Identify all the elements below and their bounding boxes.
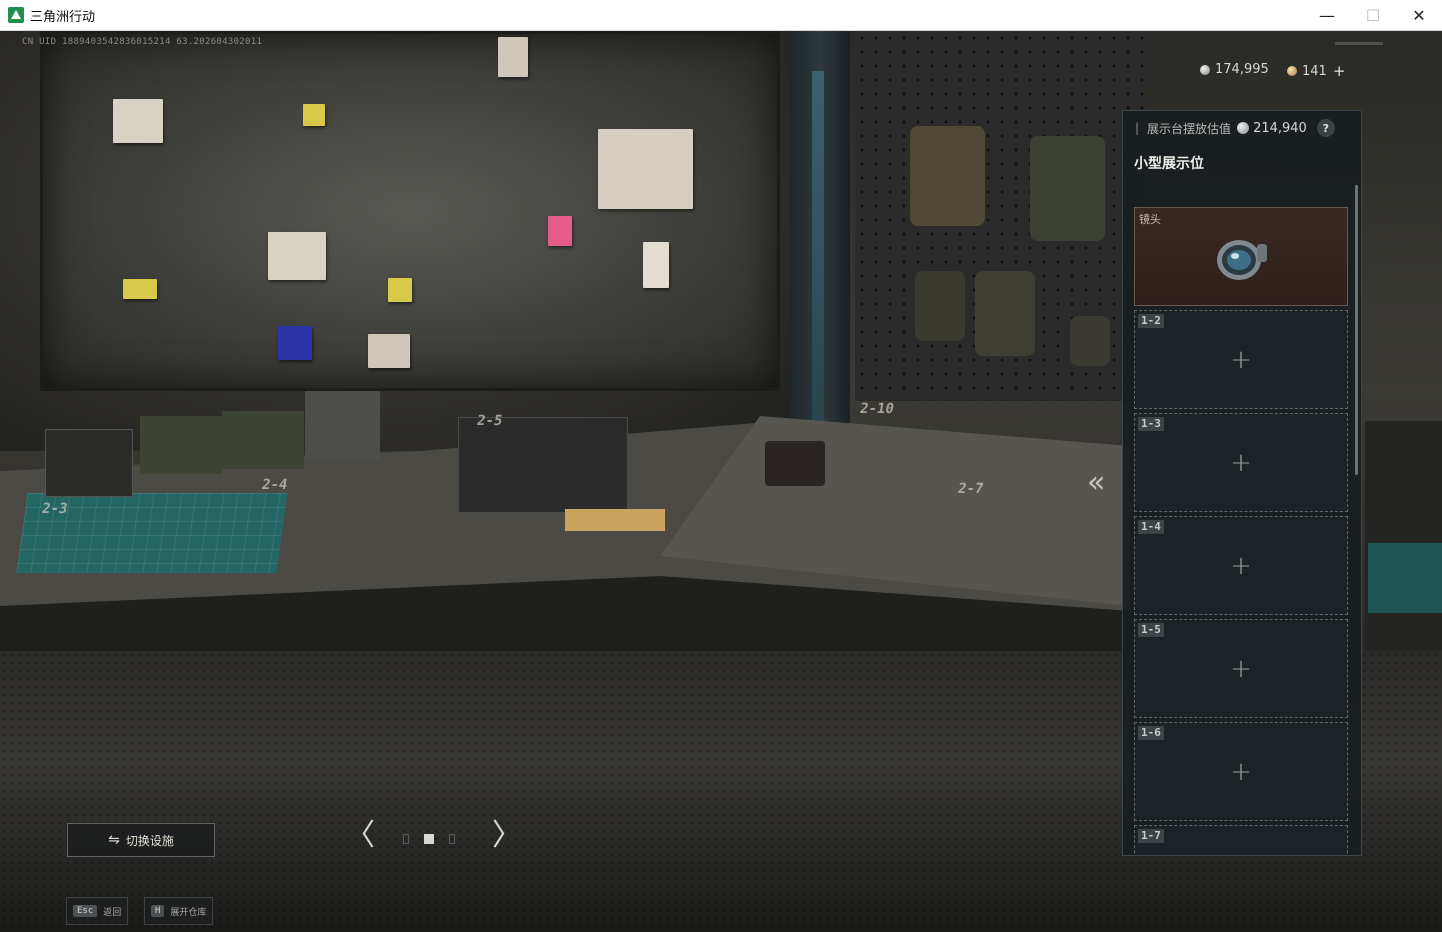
display-slot-1-4[interactable]: 1-4 + <box>1134 516 1348 615</box>
page-dot[interactable] <box>403 834 409 844</box>
top-indicator <box>1335 42 1383 45</box>
app-logo-icon <box>8 7 24 23</box>
add-item-icon[interactable]: + <box>1230 656 1252 682</box>
photo-card <box>643 242 669 288</box>
open-warehouse-label: 展开仓库 <box>170 907 207 918</box>
gold-currency-value: 141 <box>1302 63 1327 79</box>
drawer-box[interactable] <box>45 429 133 497</box>
display-panel: | 展示台摆放估值 214,940 ? 小型展示位 镜头 1-2 + 1-3 +… <box>1122 110 1362 856</box>
gold-coin-icon <box>1287 66 1297 76</box>
backpack-gear <box>975 271 1035 356</box>
display-slot-1-5[interactable]: 1-5 + <box>1134 619 1348 718</box>
side-desk-mat <box>1368 543 1442 613</box>
open-warehouse-hint[interactable]: H 展开仓库 <box>144 897 214 925</box>
vest-gear <box>1030 136 1105 241</box>
drone-item[interactable] <box>765 441 825 486</box>
sticky-note <box>123 279 157 299</box>
swap-icon: ⇋ <box>108 832 120 848</box>
valuation-label: 展示台摆放估值 <box>1147 121 1232 136</box>
switch-facility-label: 切换设施 <box>125 833 174 848</box>
camera-lens-icon <box>1217 240 1267 280</box>
sticky-note <box>388 278 412 302</box>
display-slot-1-6[interactable]: 1-6 + <box>1134 722 1348 821</box>
add-currency-button[interactable]: + <box>1333 62 1346 80</box>
game-viewport[interactable]: 2-3 2-4 2-5 2-10 2-7 CN UID 188940354283… <box>0 31 1442 932</box>
window-controls: — ☐ ✕ <box>1304 0 1442 30</box>
help-icon[interactable]: ? <box>1316 119 1335 137</box>
maximize-button[interactable]: ☐ <box>1350 0 1396 30</box>
tool-case[interactable] <box>305 391 380 459</box>
h-key: H <box>151 905 165 917</box>
page-dot-active[interactable] <box>424 834 434 844</box>
slot-label: 1-6 <box>1138 726 1164 740</box>
add-item-icon[interactable]: + <box>1230 450 1252 476</box>
prev-page-button[interactable]: 〈 <box>345 821 375 851</box>
display-slot-1-7[interactable]: 1-7 + <box>1134 825 1348 855</box>
slot-label: 1-7 <box>1138 829 1164 843</box>
photo-card <box>268 232 326 280</box>
desk-slot-tag: 2-5 <box>475 413 504 429</box>
esc-key: Esc <box>73 905 98 917</box>
photo-card <box>498 37 528 77</box>
pouch-gear <box>1070 316 1110 366</box>
add-item-icon[interactable]: + <box>1230 347 1252 373</box>
display-slot-1-3[interactable]: 1-3 + <box>1134 413 1348 512</box>
window-title: 三角洲行动 <box>30 9 96 25</box>
valuation-value: 214,940 <box>1253 120 1307 136</box>
silver-currency-value: 174,995 <box>1215 62 1269 77</box>
slot-label: 1-4 <box>1138 520 1164 534</box>
sticky-note <box>303 104 325 126</box>
panel-header: | 展示台摆放估值 214,940 ? <box>1123 111 1361 145</box>
header-divider: | <box>1135 121 1140 135</box>
photo-card <box>113 99 163 143</box>
display-slot-1-2[interactable]: 1-2 + <box>1134 310 1348 409</box>
ammo-crate[interactable] <box>222 411 304 469</box>
close-button[interactable]: ✕ <box>1396 0 1442 30</box>
add-item-icon[interactable]: + <box>1230 759 1252 785</box>
window-titlebar: 三角洲行动 — ☐ ✕ <box>0 0 1442 31</box>
silver-currency: 174,995 <box>1200 62 1269 77</box>
display-slot-list: 镜头 1-2 + 1-3 + 1-4 + 1-5 + 1-6 + 1-7 <box>1134 207 1348 855</box>
silver-coin-icon <box>1237 122 1250 134</box>
photo-card <box>598 129 693 209</box>
slot-label: 1-2 <box>1138 314 1164 328</box>
display-slot-1-1[interactable]: 镜头 <box>1134 207 1348 306</box>
slot-label: 1-5 <box>1138 623 1164 637</box>
slot-item-name: 镜头 <box>1139 213 1161 226</box>
player-uid: CN UID 1889403542836015214 63.2026043020… <box>22 37 263 47</box>
sticky-note <box>548 216 572 246</box>
vest-gear <box>910 126 985 226</box>
panel-scrollbar[interactable] <box>1355 185 1358 475</box>
desk-slot-tag: 2-4 <box>260 477 289 493</box>
pegboard-wall <box>855 31 1145 401</box>
desk-slot-tag: 2-7 <box>956 481 985 497</box>
side-desk <box>1365 421 1442 661</box>
section-title: 小型展示位 <box>1134 156 1204 172</box>
rig-gear <box>915 271 965 341</box>
add-item-icon[interactable]: + <box>1230 553 1252 579</box>
page-dot[interactable] <box>449 834 455 844</box>
switch-facility-button[interactable]: ⇋ 切换设施 <box>67 823 215 857</box>
minimize-button[interactable]: — <box>1304 0 1350 30</box>
desk-slot-tag: 2-10 <box>858 401 896 417</box>
back-hint[interactable]: Esc 返回 <box>66 897 129 925</box>
collapse-panel-button[interactable]: « <box>1087 468 1105 498</box>
slot-label: 1-3 <box>1138 417 1164 431</box>
next-page-button[interactable]: 〉 <box>492 821 522 851</box>
back-hint-label: 返回 <box>103 907 122 918</box>
display-box-2-5[interactable] <box>458 417 628 513</box>
sticky-note <box>278 326 312 360</box>
gold-currency: 141 + <box>1287 62 1345 80</box>
map-board <box>40 31 780 391</box>
vise-tool[interactable] <box>565 509 665 531</box>
silver-coin-icon <box>1200 64 1210 75</box>
desk-slot-tag: 2-3 <box>40 501 69 517</box>
ammo-crate[interactable] <box>140 416 222 474</box>
photo-card <box>368 334 410 368</box>
